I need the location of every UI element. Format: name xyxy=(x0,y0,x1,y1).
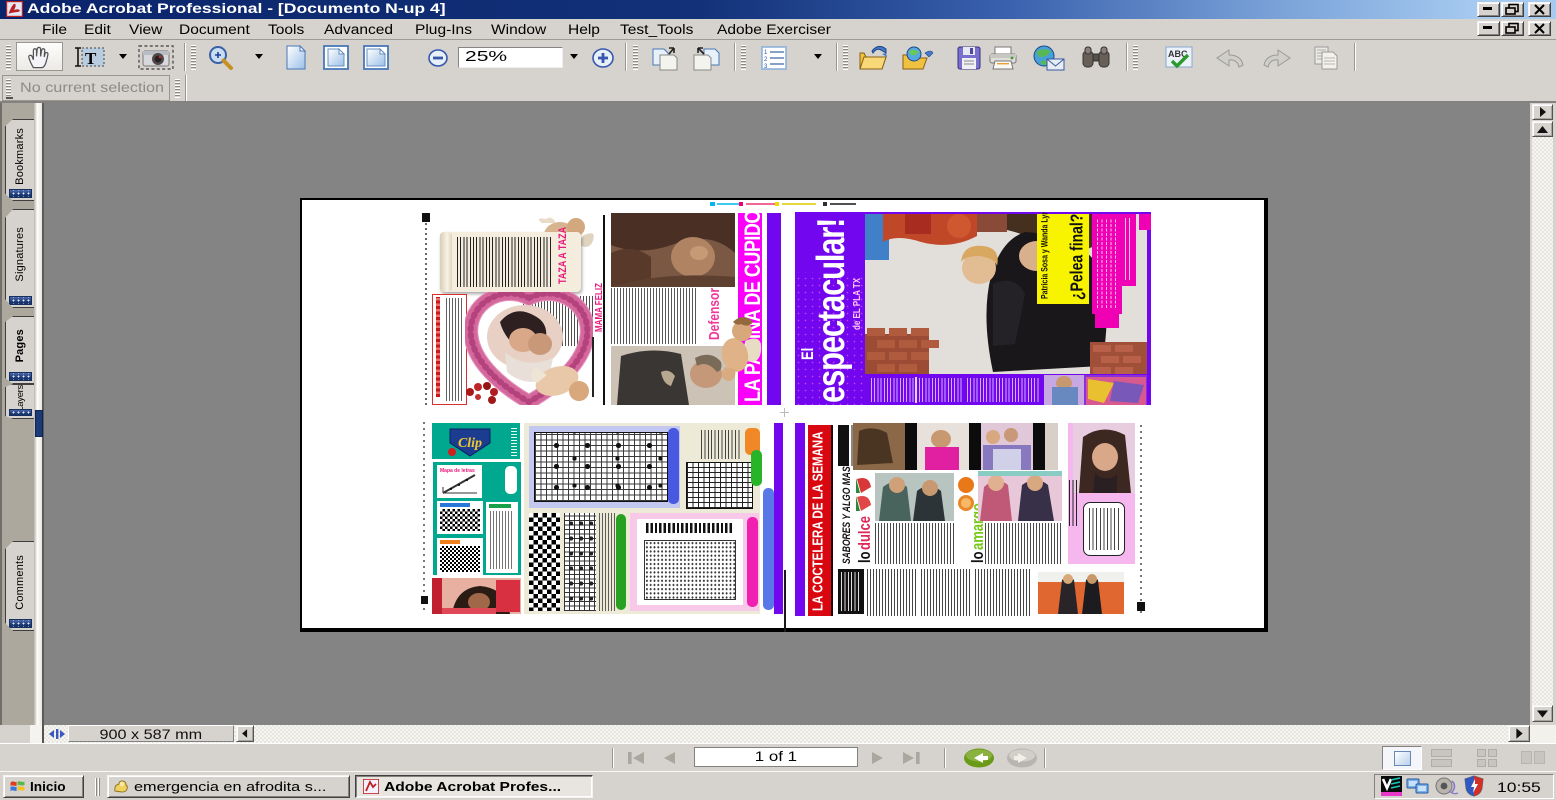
svg-text:Mapa de letras: Mapa de letras xyxy=(440,468,475,474)
svg-text:Clip: Clip xyxy=(458,436,482,451)
svg-text:T: T xyxy=(85,49,97,68)
